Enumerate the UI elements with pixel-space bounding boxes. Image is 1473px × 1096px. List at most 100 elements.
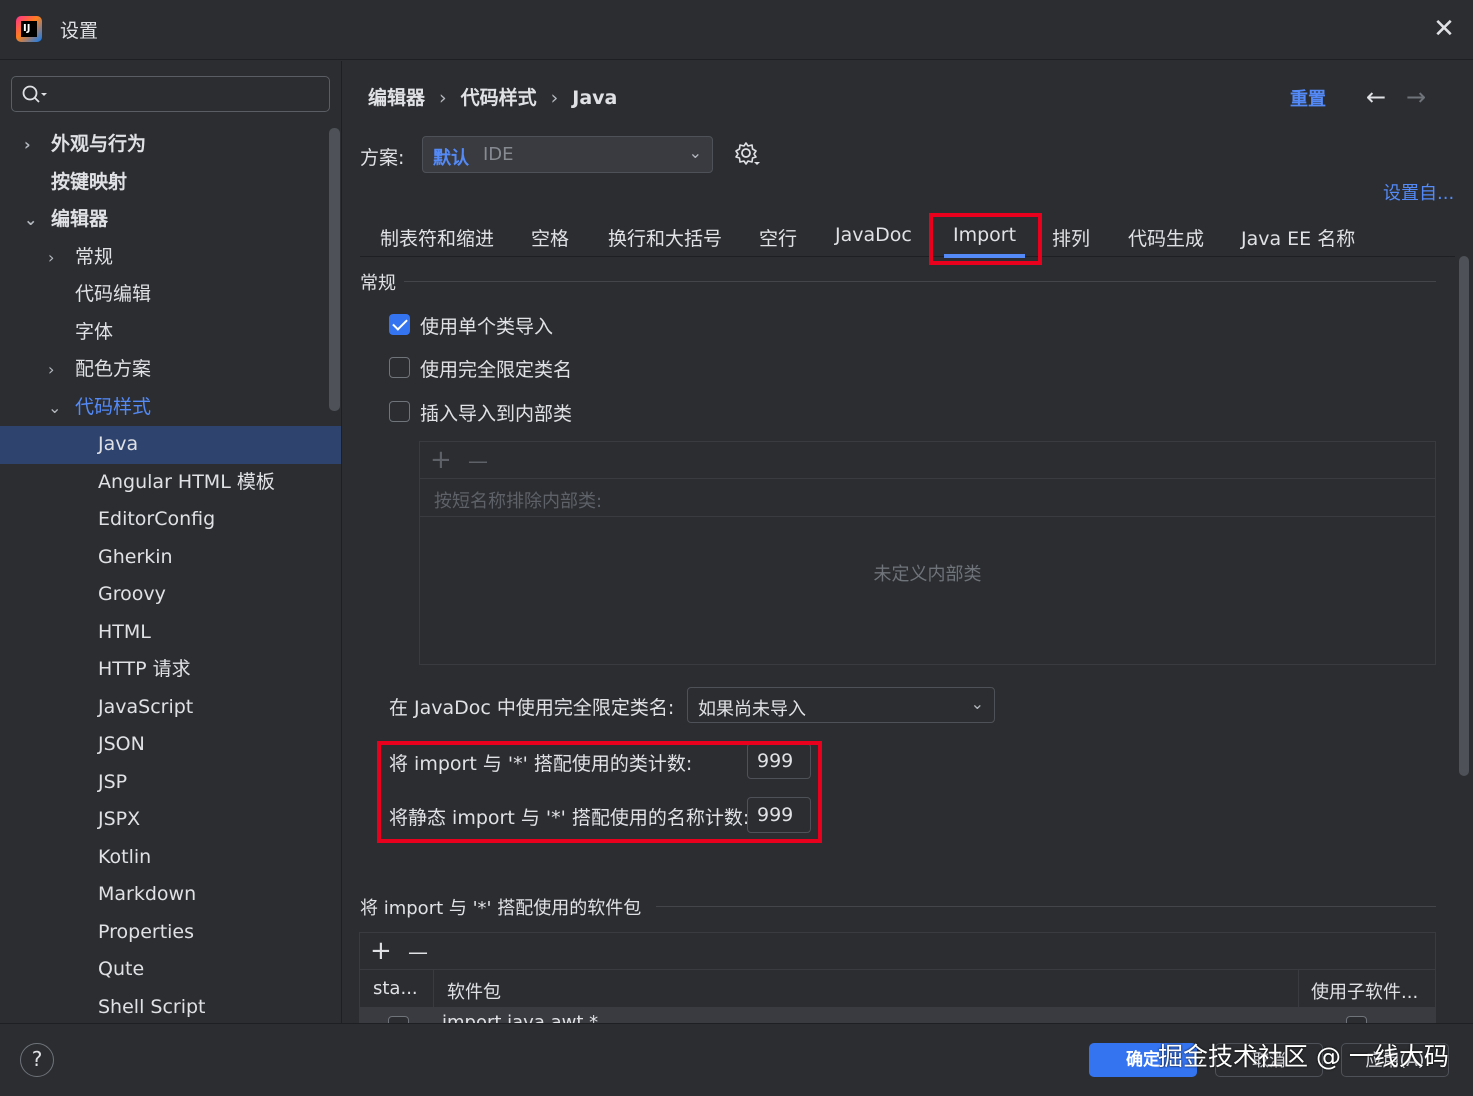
- reset-link[interactable]: 重置: [1290, 85, 1326, 111]
- sidebar-item[interactable]: 字体: [0, 314, 341, 352]
- arrow-back-icon[interactable]: ←: [1366, 83, 1386, 111]
- sidebar-item-label: Gherkin: [98, 545, 173, 568]
- sidebar-item[interactable]: JSON: [0, 726, 341, 764]
- sidebar-item[interactable]: Shell Script: [0, 989, 341, 1024]
- sidebar-item[interactable]: Java: [0, 426, 341, 464]
- breadcrumb-editor[interactable]: 编辑器: [368, 83, 425, 110]
- group-divider: [404, 281, 1436, 282]
- intellij-logo-icon: IJ: [16, 16, 42, 42]
- sidebar-item-label: Qute: [98, 958, 145, 980]
- remove-icon[interactable]: —: [468, 449, 488, 473]
- breadcrumb-code-style[interactable]: 代码样式: [461, 83, 537, 110]
- javadoc-fqn-label: 在 JavaDoc 中使用完全限定类名:: [389, 697, 675, 719]
- add-icon[interactable]: +: [370, 936, 392, 966]
- tab-java-ee-names[interactable]: Java EE 名称: [1241, 224, 1355, 251]
- sidebar-item[interactable]: Markdown: [0, 876, 341, 914]
- table-row[interactable]: import java.awt.*: [360, 1008, 1435, 1023]
- tab-javadoc[interactable]: JavaDoc: [835, 224, 912, 246]
- sidebar-item[interactable]: ⌄ 编辑器: [0, 201, 341, 239]
- tab-code-generation[interactable]: 代码生成: [1128, 224, 1204, 251]
- tab-spaces[interactable]: 空格: [531, 224, 569, 251]
- tab-wrapping-and-braces[interactable]: 换行和大括号: [608, 224, 722, 251]
- sidebar-item-label: JSP: [98, 770, 128, 793]
- settings-tree: › 外观与行为 按键映射 ⌄ 编辑器 › 常规 代码编辑 字体 › 配色方案 ⌄ 代码样式 Java Ang…: [0, 126, 341, 1024]
- sidebar-item[interactable]: JSPX: [0, 801, 341, 839]
- group-divider: [656, 906, 1436, 907]
- chevron-down-icon[interactable]: ⌄: [48, 389, 62, 427]
- sidebar-item-label: EditorConfig: [98, 508, 216, 530]
- sidebar-scrollbar[interactable]: [329, 128, 340, 411]
- sidebar-item-label: Markdown: [98, 883, 197, 905]
- sidebar-item[interactable]: JavaScript: [0, 689, 341, 727]
- col-package[interactable]: 软件包: [447, 978, 501, 1004]
- checkbox[interactable]: [389, 314, 410, 335]
- breadcrumb: 编辑器 › 代码样式 › Java: [368, 83, 617, 110]
- sidebar-item[interactable]: › 配色方案: [0, 351, 341, 389]
- sidebar-item[interactable]: HTTP 请求: [0, 651, 341, 689]
- close-icon[interactable]: ✕: [1429, 14, 1459, 44]
- sidebar-item[interactable]: Qute: [0, 951, 341, 989]
- subpackages-checkbox[interactable]: [1346, 1016, 1367, 1023]
- col-subpackages[interactable]: 使用子软件...: [1311, 978, 1418, 1004]
- inner-classes-header: 按短名称排除内部类:: [420, 479, 1435, 517]
- count-highlight-box: [377, 741, 822, 843]
- general-group-title: 常规: [360, 273, 396, 294]
- remove-icon[interactable]: —: [408, 940, 428, 964]
- chevron-right-icon[interactable]: ›: [48, 351, 62, 389]
- option-label: 使用完全限定类名: [420, 359, 573, 381]
- search-input[interactable]: [11, 76, 330, 112]
- chevron-down-icon[interactable]: ⌄: [24, 201, 38, 239]
- sidebar-item[interactable]: EditorConfig: [0, 501, 341, 539]
- main-scrollbar[interactable]: [1459, 256, 1469, 776]
- chevron-right-icon[interactable]: ›: [48, 239, 62, 277]
- sidebar-item[interactable]: Angular HTML 模板: [0, 464, 341, 502]
- tab-tabs-and-indents[interactable]: 制表符和缩进: [380, 224, 494, 251]
- scheme-scope: IDE: [483, 144, 514, 165]
- sidebar-item[interactable]: Groovy: [0, 576, 341, 614]
- arrow-forward-icon[interactable]: →: [1406, 83, 1426, 111]
- sidebar-item[interactable]: Kotlin: [0, 839, 341, 877]
- title-bar: IJ 设置 ✕: [0, 0, 1473, 60]
- sidebar-item-label: 代码样式: [75, 395, 152, 418]
- sidebar-item[interactable]: Properties: [0, 914, 341, 952]
- chevron-right-icon[interactable]: ›: [24, 126, 38, 164]
- javadoc-fqn-value: 如果尚未导入: [698, 699, 806, 720]
- package-name: import java.awt.*: [442, 1012, 599, 1023]
- tab-arrangement[interactable]: 排列: [1052, 224, 1090, 251]
- sidebar-item-label: Groovy: [98, 583, 166, 605]
- sidebar-item[interactable]: 按键映射: [0, 164, 341, 202]
- breadcrumb-separator: ›: [439, 87, 447, 109]
- add-icon[interactable]: +: [430, 445, 452, 475]
- sidebar-item[interactable]: HTML: [0, 614, 341, 652]
- inner-classes-panel: + — 按短名称排除内部类: 未定义内部类: [419, 441, 1436, 665]
- gear-icon[interactable]: [734, 141, 760, 167]
- sidebar-item[interactable]: JSP: [0, 764, 341, 802]
- static-checkbox[interactable]: [388, 1016, 409, 1023]
- set-from-link[interactable]: 设置自...: [1383, 179, 1454, 205]
- sidebar-item-label: 字体: [75, 320, 114, 343]
- inner-classes-header-label: 按短名称排除内部类:: [434, 491, 603, 512]
- packages-group-title: 将 import 与 '*' 搭配使用的软件包: [360, 898, 642, 919]
- col-static[interactable]: sta...: [373, 978, 418, 999]
- sidebar-item-label: 外观与行为: [51, 133, 147, 155]
- watermark: 掘金技术社区 @ 一线大码: [1158, 1042, 1449, 1071]
- javadoc-fqn-dropdown[interactable]: 如果尚未导入 ⌄: [687, 687, 995, 723]
- sidebar-item[interactable]: ⌄ 代码样式: [0, 389, 341, 427]
- sidebar-item-label: HTTP 请求: [98, 658, 191, 680]
- sidebar-item[interactable]: › 外观与行为: [0, 126, 341, 164]
- scheme-dropdown[interactable]: 默认 IDE ⌄: [422, 136, 713, 173]
- sidebar-item-label: JSPX: [98, 808, 141, 830]
- sidebar-item[interactable]: Gherkin: [0, 539, 341, 577]
- sidebar-item-label: JSON: [98, 733, 145, 755]
- column-divider: [433, 970, 434, 1008]
- column-divider: [1298, 970, 1299, 1008]
- window-title: 设置: [60, 20, 99, 42]
- packages-table: + — sta... 软件包 使用子软件... import java.awt.…: [359, 932, 1436, 1023]
- sidebar-item[interactable]: › 常规: [0, 239, 341, 277]
- sidebar-item-label: Kotlin: [98, 845, 152, 868]
- help-icon[interactable]: ?: [20, 1043, 54, 1077]
- sidebar-item[interactable]: 代码编辑: [0, 276, 341, 314]
- checkbox[interactable]: [389, 357, 410, 378]
- tab-blank-lines[interactable]: 空行: [759, 224, 797, 251]
- checkbox[interactable]: [389, 401, 410, 422]
